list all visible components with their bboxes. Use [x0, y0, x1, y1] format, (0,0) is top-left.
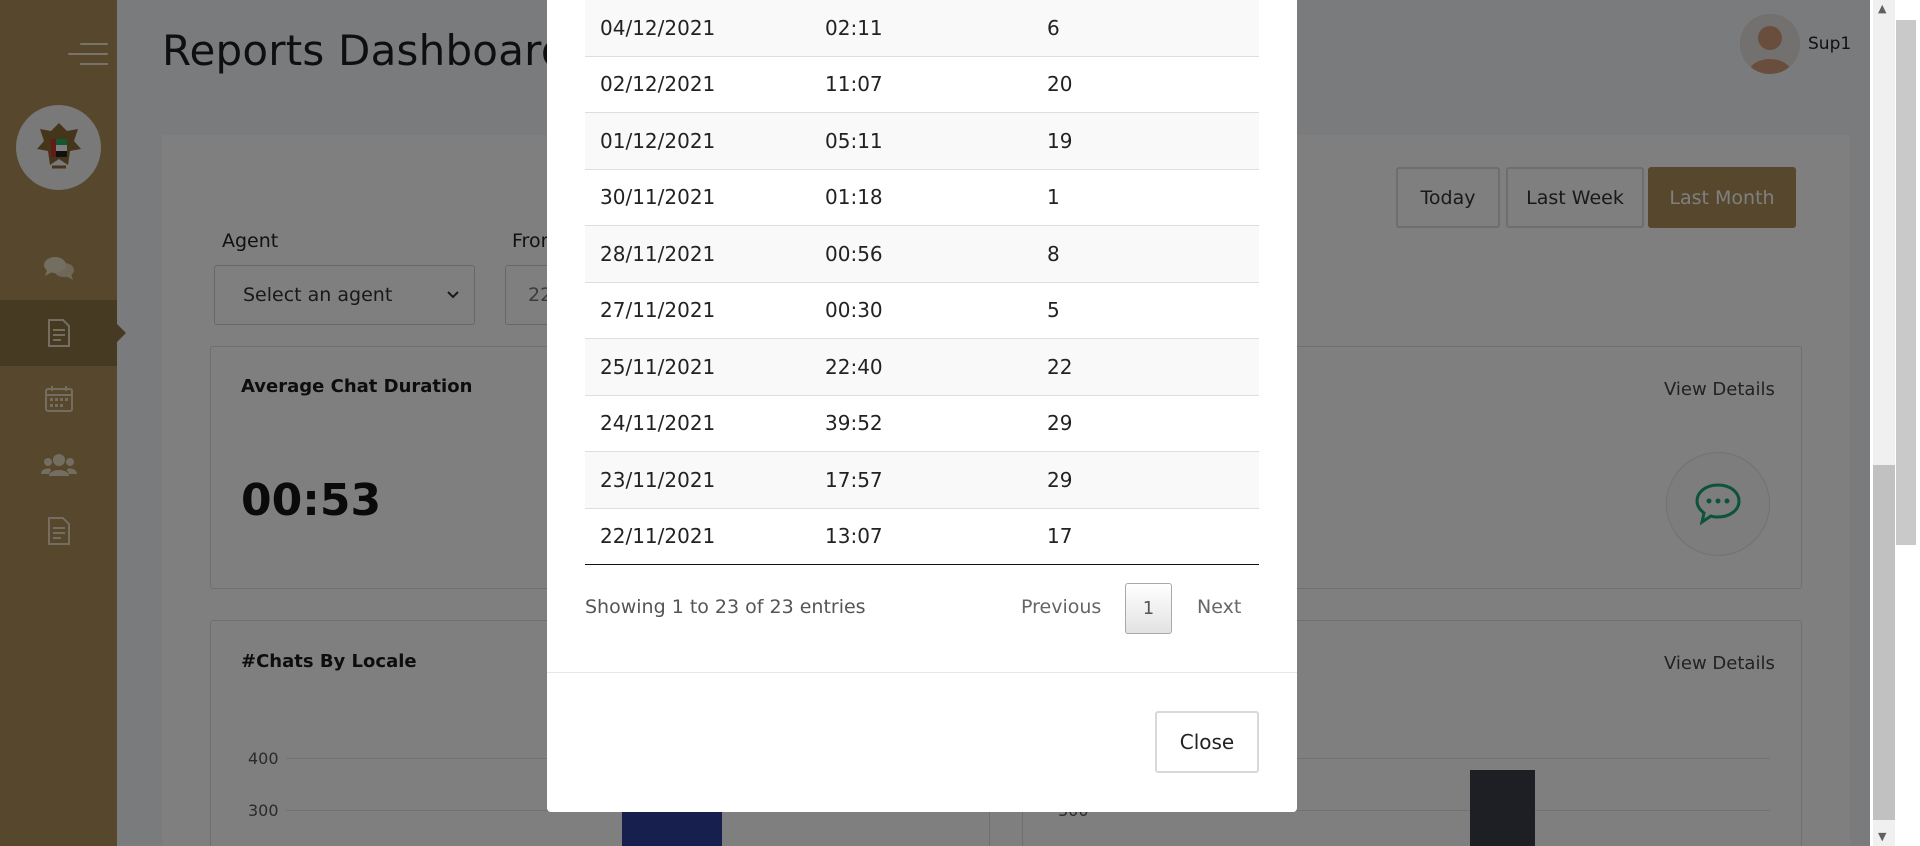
table-row: 23/11/2021 17:57 29	[585, 452, 1259, 509]
details-modal: 04/12/2021 02:11 6 02/12/2021 11:07 20 01/12…	[547, 0, 1297, 812]
pagination-next[interactable]: Next	[1197, 596, 1241, 618]
page-scroll-thumb[interactable]	[1896, 20, 1916, 545]
entries-info: Showing 1 to 23 of 23 entries	[585, 596, 866, 618]
pagination-page-1[interactable]: 1	[1125, 583, 1172, 634]
table-row: 24/11/2021 39:52 29	[585, 396, 1259, 452]
table-row: 25/11/2021 22:40 22	[585, 339, 1259, 396]
modal-scroll-thumb[interactable]	[1873, 465, 1895, 820]
scroll-down-arrow-icon[interactable]: ▼	[1878, 830, 1886, 843]
scroll-up-arrow-icon[interactable]: ▲	[1878, 2, 1886, 15]
table-row: 28/11/2021 00:56 8	[585, 226, 1259, 283]
table-row: 30/11/2021 01:18 1	[585, 170, 1259, 226]
table-row: 27/11/2021 00:30 5	[585, 283, 1259, 339]
table-row: 04/12/2021 02:11 6	[585, 0, 1259, 57]
details-table: 04/12/2021 02:11 6 02/12/2021 11:07 20 01/12…	[585, 0, 1259, 565]
close-button[interactable]: Close	[1155, 711, 1259, 773]
table-row: 22/11/2021 13:07 17	[585, 509, 1259, 565]
table-row: 01/12/2021 05:11 19	[585, 113, 1259, 170]
pagination-previous[interactable]: Previous	[1021, 596, 1101, 618]
modal-footer-divider	[547, 672, 1297, 673]
table-row: 02/12/2021 11:07 20	[585, 57, 1259, 113]
